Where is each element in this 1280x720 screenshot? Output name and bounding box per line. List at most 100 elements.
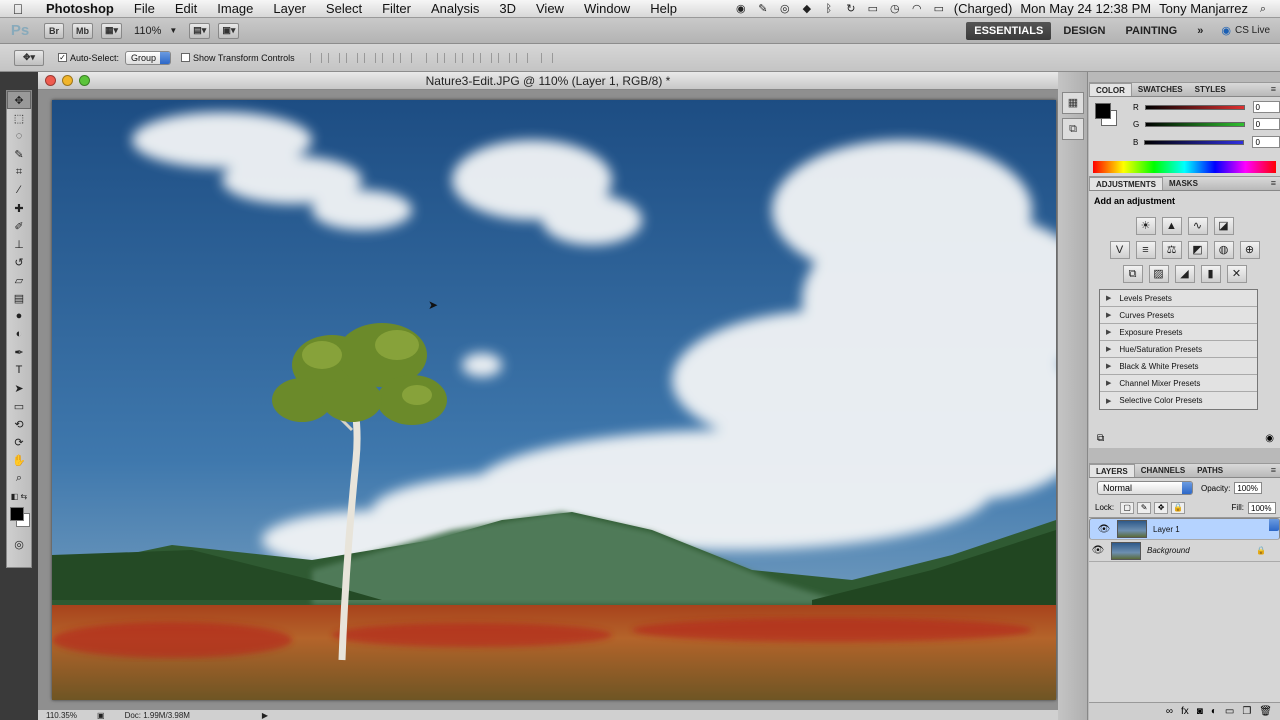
- tab-styles[interactable]: STYLES: [1189, 83, 1232, 96]
- tab-channels[interactable]: CHANNELS: [1135, 464, 1191, 477]
- tab-swatches[interactable]: SWATCHES: [1132, 83, 1189, 96]
- 3d-rotate-tool-icon[interactable]: ⟲: [7, 415, 31, 433]
- menu-edit[interactable]: Edit: [165, 1, 207, 16]
- lock-transparent-icon[interactable]: ▢: [1120, 501, 1135, 514]
- tool-preset-picker[interactable]: ✥▾: [14, 49, 44, 66]
- gradient-map-icon[interactable]: ▮: [1200, 265, 1221, 283]
- status-info-icon[interactable]: ▣: [97, 711, 105, 720]
- foreground-color-swatch[interactable]: [1095, 103, 1111, 119]
- hue-saturation-icon[interactable]: ≡: [1135, 241, 1156, 259]
- user-name[interactable]: Tony Manjarrez: [1159, 1, 1248, 16]
- visibility-eye-icon[interactable]: 👁: [1095, 524, 1113, 535]
- levels-icon[interactable]: ▲: [1161, 217, 1182, 235]
- visibility-eye-icon[interactable]: 👁: [1089, 545, 1107, 556]
- auto-align-icon[interactable]: [540, 52, 553, 63]
- fill-field[interactable]: 100%: [1248, 501, 1276, 514]
- expand-triangle-icon[interactable]: ▶: [1106, 345, 1111, 353]
- menu-window[interactable]: Window: [574, 1, 640, 16]
- auto-select-dropdown[interactable]: Group: [125, 50, 172, 65]
- menu-help[interactable]: Help: [640, 1, 687, 16]
- menu-filter[interactable]: Filter: [372, 1, 421, 16]
- status-menu-arrow-icon[interactable]: ▶: [262, 711, 268, 720]
- tab-layers[interactable]: LAYERS: [1089, 464, 1135, 477]
- bluetooth-icon[interactable]: ᛒ: [822, 3, 836, 15]
- mini-bridge-button[interactable]: Mb: [72, 22, 93, 39]
- display-icon[interactable]: ▭: [866, 3, 880, 15]
- workspace-design[interactable]: DESIGN: [1055, 22, 1113, 40]
- align-hcenter-icon[interactable]: [381, 52, 394, 63]
- align-top-icon[interactable]: [309, 52, 322, 63]
- align-vcenter-icon[interactable]: [327, 52, 340, 63]
- zoom-status[interactable]: 110.35%: [46, 711, 77, 720]
- color-balance-icon[interactable]: ⚖: [1161, 241, 1182, 259]
- posterize-icon[interactable]: ▨: [1148, 265, 1169, 283]
- apple-icon[interactable]: : [0, 1, 36, 17]
- exposure-icon[interactable]: ◪: [1213, 217, 1234, 235]
- panel-menu-icon[interactable]: ≡: [1271, 465, 1276, 475]
- lock-all-icon[interactable]: 🔒: [1171, 501, 1186, 514]
- history-panel-icon[interactable]: ⧉: [1062, 118, 1084, 140]
- distribute-left-icon[interactable]: [479, 52, 492, 63]
- blue-value[interactable]: 0: [1252, 136, 1280, 148]
- checkbox-checked-icon[interactable]: ✓: [58, 53, 67, 62]
- expand-triangle-icon[interactable]: ▶: [1106, 362, 1111, 370]
- distribute-hcenter-icon[interactable]: [497, 52, 510, 63]
- green-value[interactable]: 0: [1252, 118, 1280, 130]
- preset-exposure[interactable]: ▶ Exposure Presets: [1100, 324, 1257, 341]
- clock-icon[interactable]: ◷: [888, 3, 902, 15]
- tab-masks[interactable]: MASKS: [1163, 177, 1204, 190]
- menu-select[interactable]: Select: [316, 1, 372, 16]
- curves-icon[interactable]: ∿: [1187, 217, 1208, 235]
- brightness-contrast-icon[interactable]: ☀: [1135, 217, 1156, 235]
- dodge-tool-icon[interactable]: ◐: [7, 325, 31, 343]
- blur-tool-icon[interactable]: ●: [7, 307, 31, 325]
- menu-image[interactable]: Image: [207, 1, 263, 16]
- align-left-icon[interactable]: [363, 52, 376, 63]
- bridge-button[interactable]: Br: [44, 22, 64, 39]
- marquee-tool-icon[interactable]: ⬚: [7, 109, 31, 127]
- crop-tool-icon[interactable]: ⌗: [7, 163, 31, 181]
- checkbox-unchecked-icon[interactable]: [181, 53, 191, 62]
- new-adjustment-layer-icon[interactable]: ◐: [1211, 706, 1217, 717]
- clip-to-layer-icon[interactable]: ⧉: [1097, 433, 1104, 444]
- more-workspaces-button[interactable]: »: [1189, 22, 1211, 40]
- layer-style-icon[interactable]: fx: [1181, 706, 1189, 717]
- selective-color-icon[interactable]: ✕: [1226, 265, 1247, 283]
- show-transform-checkbox[interactable]: Show Transform Controls: [181, 53, 295, 63]
- expand-triangle-icon[interactable]: ▶: [1106, 379, 1111, 387]
- clock-text[interactable]: Mon May 24 12:38 PM: [1020, 1, 1151, 16]
- status-icon[interactable]: ◎: [778, 3, 792, 15]
- brush-tool-icon[interactable]: ✐: [7, 217, 31, 235]
- black-white-icon[interactable]: ◩: [1187, 241, 1208, 259]
- preset-black-white[interactable]: ▶ Black & White Presets: [1100, 358, 1257, 375]
- gradient-tool-icon[interactable]: ▤: [7, 289, 31, 307]
- preset-channel-mixer[interactable]: ▶ Channel Mixer Presets: [1100, 375, 1257, 392]
- expand-triangle-icon[interactable]: ▶: [1106, 311, 1111, 319]
- spotlight-search-icon[interactable]: ⌕: [1256, 3, 1270, 15]
- battery-icon[interactable]: ▭: [932, 3, 946, 15]
- eraser-tool-icon[interactable]: ▱: [7, 271, 31, 289]
- distribute-right-icon[interactable]: [515, 52, 528, 63]
- lasso-tool-icon[interactable]: ◌: [7, 127, 31, 145]
- workspace-painting[interactable]: PAINTING: [1118, 22, 1186, 40]
- panel-menu-icon[interactable]: ≡: [1271, 84, 1276, 94]
- time-machine-icon[interactable]: ↻: [844, 3, 858, 15]
- invert-icon[interactable]: ⧉: [1122, 265, 1143, 283]
- lock-position-icon[interactable]: ✥: [1154, 501, 1169, 514]
- foreground-color-swatch[interactable]: [10, 507, 24, 521]
- channel-mixer-icon[interactable]: ⊕: [1239, 241, 1260, 259]
- red-slider[interactable]: [1144, 104, 1245, 110]
- layer-row-layer-1[interactable]: 👁 Layer 1: [1089, 518, 1280, 540]
- healing-brush-tool-icon[interactable]: ✚: [7, 199, 31, 217]
- app-menu[interactable]: Photoshop: [36, 1, 124, 16]
- screen-mode-button[interactable]: ▣▾: [218, 22, 240, 39]
- evernote-icon[interactable]: ✎: [756, 3, 770, 15]
- 3d-orbit-tool-icon[interactable]: ⟳: [7, 433, 31, 451]
- view-extras-button[interactable]: ▦▾: [101, 22, 123, 39]
- tab-adjustments[interactable]: ADJUSTMENTS: [1089, 177, 1164, 190]
- expand-triangle-icon[interactable]: ▶: [1106, 294, 1111, 302]
- auto-select-checkbox[interactable]: ✓ Auto-Select:: [58, 53, 119, 63]
- distribute-bottom-icon[interactable]: [461, 52, 474, 63]
- add-mask-icon[interactable]: ◙: [1197, 706, 1203, 717]
- image-canvas[interactable]: ➤: [52, 100, 1056, 700]
